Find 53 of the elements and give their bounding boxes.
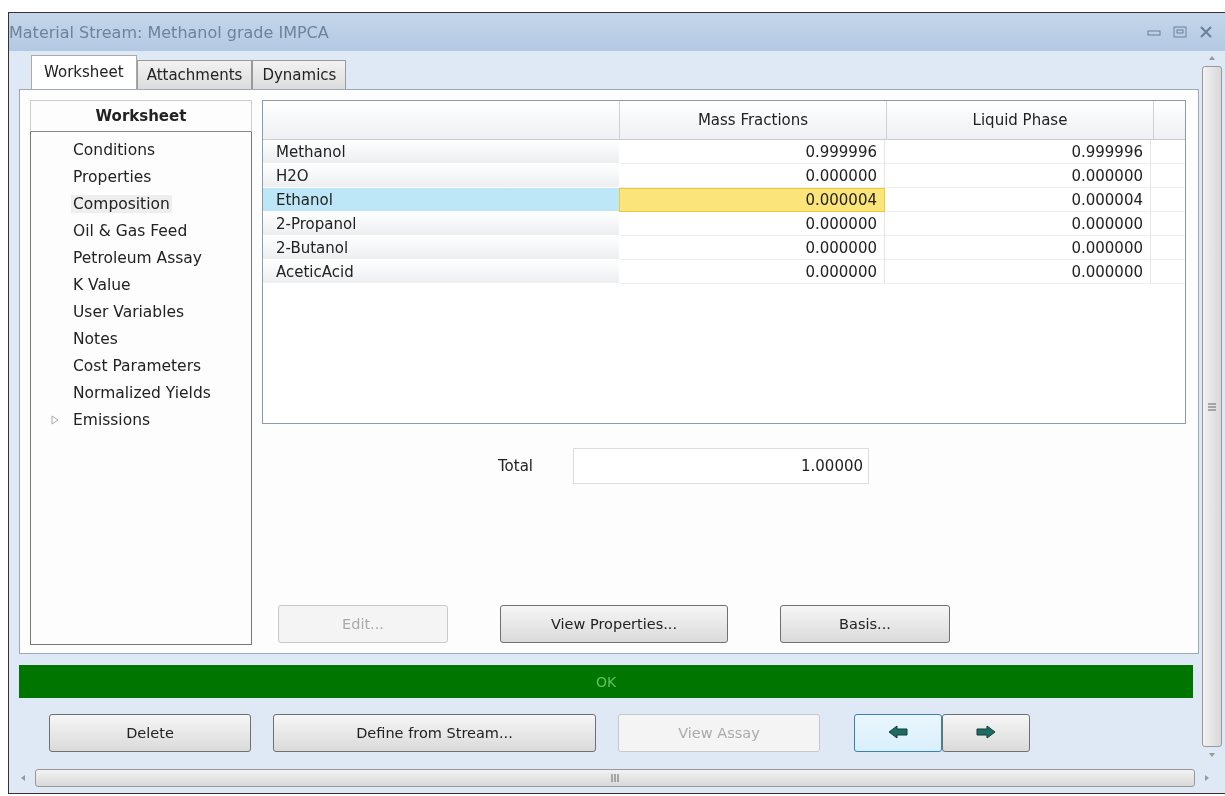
right-arrow-icon — [976, 724, 996, 739]
scroll-thumb[interactable] — [35, 769, 1195, 787]
close-icon[interactable] — [1199, 26, 1213, 38]
sidebar-item[interactable]: Conditions — [71, 140, 158, 159]
status-text: OK — [595, 673, 617, 690]
panel-button[interactable]: Basis... — [780, 605, 950, 643]
sidebar-item[interactable]: Composition — [71, 194, 172, 213]
table-cell[interactable]: 0.000004 — [885, 188, 1151, 212]
sidebar-item[interactable]: Cost Parameters — [71, 356, 204, 375]
table-cell[interactable]: 0.000000 — [885, 260, 1151, 284]
scroll-left-icon[interactable] — [19, 774, 27, 782]
maximize-icon[interactable] — [1173, 26, 1187, 38]
tab[interactable]: Dynamics — [252, 60, 347, 89]
table-cell[interactable]: 0.999996 — [885, 140, 1151, 164]
back-button[interactable] — [854, 714, 942, 752]
minimize-icon[interactable] — [1147, 27, 1161, 37]
action-button[interactable]: Define from Stream... — [273, 714, 596, 752]
tab[interactable]: Worksheet — [31, 55, 137, 89]
sidebar-title: Worksheet — [30, 100, 252, 132]
total-field: 1.00000 — [573, 448, 870, 484]
column-header: Mass Fractions — [620, 101, 887, 140]
column-header: Liquid Phase — [887, 101, 1154, 140]
left-arrow-icon — [888, 724, 908, 739]
window-title: Material Stream: Methanol grade IMPCA — [9, 22, 329, 42]
table-cell[interactable]: 0.000000 — [885, 164, 1151, 188]
tab[interactable]: Attachments — [136, 60, 253, 89]
sidebar-item[interactable]: Notes — [71, 329, 120, 348]
table-cell[interactable]: 0.000000 — [619, 260, 885, 284]
sidebar-item[interactable]: Properties — [71, 167, 154, 186]
scroll-thumb[interactable] — [1202, 66, 1222, 747]
table-cell[interactable]: 0.000000 — [619, 212, 885, 236]
panel-button[interactable]: View Properties... — [500, 605, 728, 643]
sidebar-item[interactable]: Emissions — [71, 410, 153, 429]
table-cell[interactable]: 0.000000 — [885, 236, 1151, 260]
row-header[interactable]: Ethanol — [263, 188, 619, 212]
table-cell[interactable]: 0.000000 — [885, 212, 1151, 236]
grip-icon — [1208, 402, 1216, 411]
scroll-up-icon[interactable] — [1208, 54, 1216, 62]
scroll-down-icon[interactable] — [1208, 751, 1216, 759]
total-label: Total — [498, 457, 534, 475]
scroll-right-icon[interactable] — [1203, 774, 1211, 782]
sidebar-item[interactable]: Oil & Gas Feed — [71, 221, 190, 240]
sidebar-item[interactable]: Normalized Yields — [71, 383, 213, 402]
table-cell[interactable]: 0.999996 — [619, 140, 885, 164]
sidebar-item[interactable]: User Variables — [71, 302, 187, 321]
grip-icon — [611, 774, 619, 782]
sidebar-item[interactable]: Petroleum Assay — [71, 248, 205, 267]
table-cell[interactable]: 0.000000 — [619, 236, 885, 260]
sidebar-item[interactable]: K Value — [71, 275, 133, 294]
action-button[interactable]: Delete — [49, 714, 251, 752]
table-cell[interactable]: 0.000004 — [619, 188, 885, 212]
forward-button[interactable] — [942, 714, 1030, 752]
expand-arrow-icon[interactable] — [51, 414, 59, 425]
